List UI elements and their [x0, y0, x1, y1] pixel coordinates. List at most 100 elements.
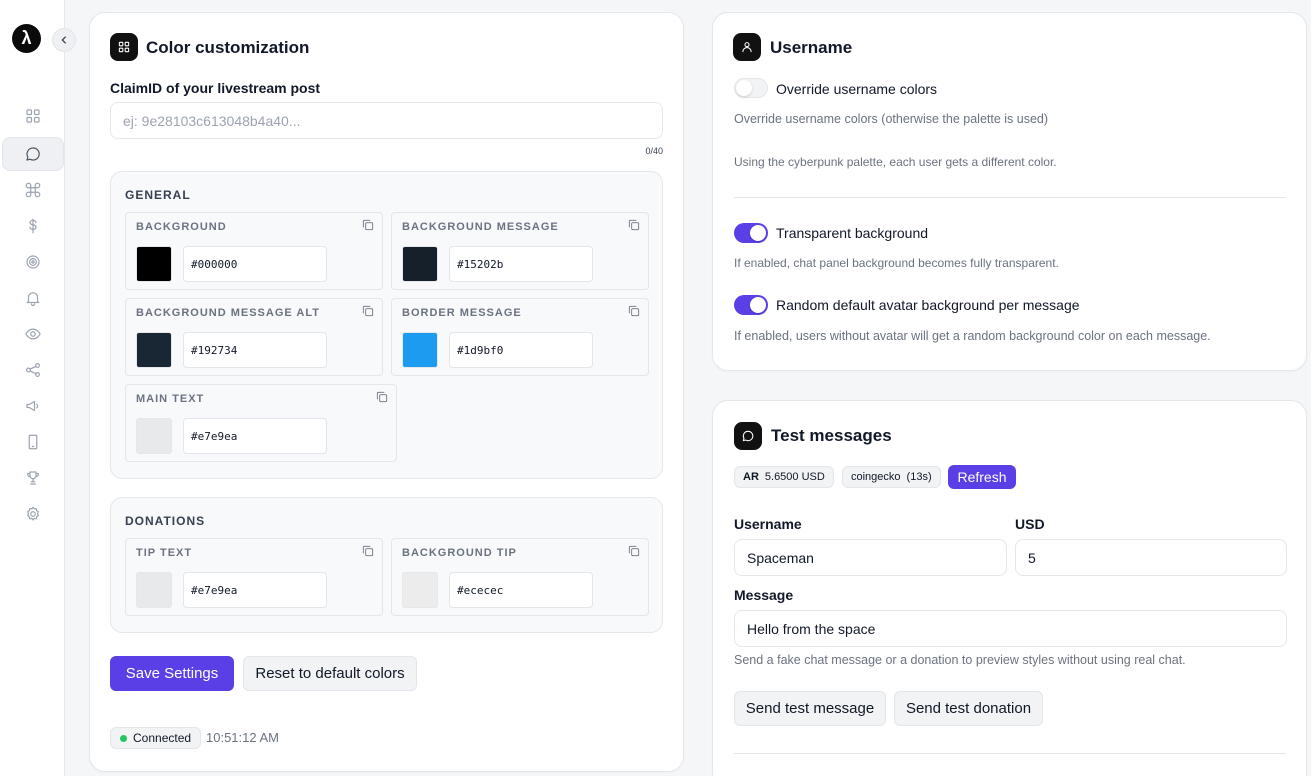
username-input[interactable] [734, 539, 1007, 576]
app-logo[interactable]: λ [12, 24, 41, 53]
divider [734, 753, 1286, 754]
transparent-background-toggle[interactable] [734, 223, 768, 243]
nav-announcements[interactable] [2, 389, 64, 423]
price-source-name: coingecko [851, 471, 901, 483]
grid-icon [118, 41, 130, 53]
color-swatch[interactable] [402, 572, 438, 608]
donations-section-title: DONATIONS [125, 514, 206, 528]
grid-icon [26, 109, 40, 123]
color-field-background: BACKGROUND #000000 [125, 212, 383, 290]
transparent-background-label: Transparent background [776, 225, 929, 241]
nav-settings[interactable] [2, 497, 64, 531]
nav-achievements[interactable] [2, 461, 64, 495]
color-swatch[interactable] [136, 332, 172, 368]
command-icon [25, 182, 41, 198]
toggle-knob [750, 297, 766, 313]
general-section: GENERAL BACKGROUND #000000 BACKGROUND ME… [110, 171, 663, 479]
logo-glyph: λ [21, 28, 32, 48]
test-card-title: Test messages [771, 426, 892, 445]
card-title-icon [733, 33, 761, 61]
copy-button[interactable] [627, 544, 643, 560]
color-field-background-message: BACKGROUND MESSAGE #15202b [391, 212, 649, 290]
phone-icon [28, 434, 38, 450]
copy-button[interactable] [361, 544, 377, 560]
color-swatch[interactable] [402, 332, 438, 368]
chevron-left-icon [61, 36, 66, 44]
color-swatch[interactable] [402, 246, 438, 282]
divider [734, 197, 1286, 198]
claimid-char-count: 0/40 [645, 146, 663, 156]
price-symbol: AR [743, 471, 759, 483]
color-field-label: MAIN TEXT [136, 393, 205, 405]
sidebar-collapse-button[interactable] [52, 28, 76, 52]
card-title-icon [734, 422, 762, 450]
nav-goals[interactable] [2, 245, 64, 279]
chat-bubble-icon [742, 430, 754, 442]
override-username-toggle[interactable] [734, 78, 768, 98]
random-avatar-toggle[interactable] [734, 295, 768, 315]
sidebar: λ [0, 0, 65, 776]
test-messages-card: Test messages AR 5.6500 USD coingecko (1… [712, 400, 1307, 776]
color-swatch[interactable] [136, 246, 172, 282]
color-field-label: BORDER MESSAGE [402, 307, 522, 319]
color-swatch[interactable] [136, 418, 172, 454]
send-test-message-button[interactable]: Send test message [734, 691, 886, 726]
message-input[interactable] [734, 610, 1287, 647]
price-source-chip: coingecko (13s) [842, 466, 941, 488]
copy-icon [628, 545, 640, 557]
hex-input[interactable]: #1d9bf0 [449, 332, 593, 368]
megaphone-icon [26, 400, 39, 412]
copy-button[interactable] [361, 218, 377, 234]
hex-input[interactable]: #ececec [449, 572, 593, 608]
nav-chat[interactable] [2, 137, 64, 171]
toggle-knob [750, 225, 766, 241]
palette-help: Using the cyberpunk palette, each user g… [734, 155, 1057, 169]
target-icon [26, 255, 40, 269]
copy-icon [362, 219, 374, 231]
eye-icon [25, 328, 41, 340]
color-field-tip-text: TIP TEXT #e7e9ea [125, 538, 383, 616]
share-icon [26, 363, 40, 377]
username-card-title: Username [770, 38, 853, 57]
hex-input[interactable]: #000000 [183, 246, 327, 282]
reset-colors-button[interactable]: Reset to default colors [243, 656, 417, 691]
last-updated-time: 10:51:12 AM [206, 730, 279, 745]
color-swatch[interactable] [136, 572, 172, 608]
bell-icon [26, 292, 40, 307]
nav-tips[interactable] [2, 209, 64, 243]
color-field-label: BACKGROUND MESSAGE [402, 221, 559, 233]
override-username-help: Override username colors (otherwise the … [734, 112, 1049, 126]
nav-commands[interactable] [2, 173, 64, 207]
copy-icon [362, 305, 374, 317]
trophy-icon [27, 471, 39, 485]
nav-mobile[interactable] [2, 425, 64, 459]
nav-social[interactable] [2, 353, 64, 387]
nav-viewers[interactable] [2, 317, 64, 351]
copy-button[interactable] [627, 218, 643, 234]
general-section-title: GENERAL [125, 188, 191, 202]
hex-input[interactable]: #e7e9ea [183, 572, 327, 608]
transparent-background-help: If enabled, chat panel background become… [734, 256, 1059, 270]
nav-dashboard[interactable] [2, 99, 64, 133]
dollar-icon [29, 218, 37, 234]
message-label: Message [734, 587, 794, 603]
hex-input[interactable]: #e7e9ea [183, 418, 327, 454]
save-settings-button[interactable]: Save Settings [110, 656, 234, 691]
refresh-button[interactable]: Refresh [948, 465, 1016, 489]
send-test-donation-button[interactable]: Send test donation [894, 691, 1043, 726]
copy-button[interactable] [375, 390, 391, 406]
copy-button[interactable] [361, 304, 377, 320]
random-avatar-help: If enabled, users without avatar will ge… [734, 329, 1211, 343]
chat-bubble-icon [26, 147, 40, 161]
color-field-label: TIP TEXT [136, 547, 193, 559]
usd-input[interactable] [1015, 539, 1287, 576]
hex-input[interactable]: #15202b [449, 246, 593, 282]
usd-label: USD [1015, 516, 1045, 532]
claimid-label: ClaimID of your livestream post [110, 80, 321, 96]
claimid-input[interactable] [110, 102, 663, 139]
price-value: 5.6500 USD [764, 471, 825, 483]
nav-notifications[interactable] [2, 281, 64, 315]
copy-button[interactable] [627, 304, 643, 320]
hex-input[interactable]: #192734 [183, 332, 327, 368]
color-field-background-message-alt: BACKGROUND MESSAGE ALT #192734 [125, 298, 383, 376]
